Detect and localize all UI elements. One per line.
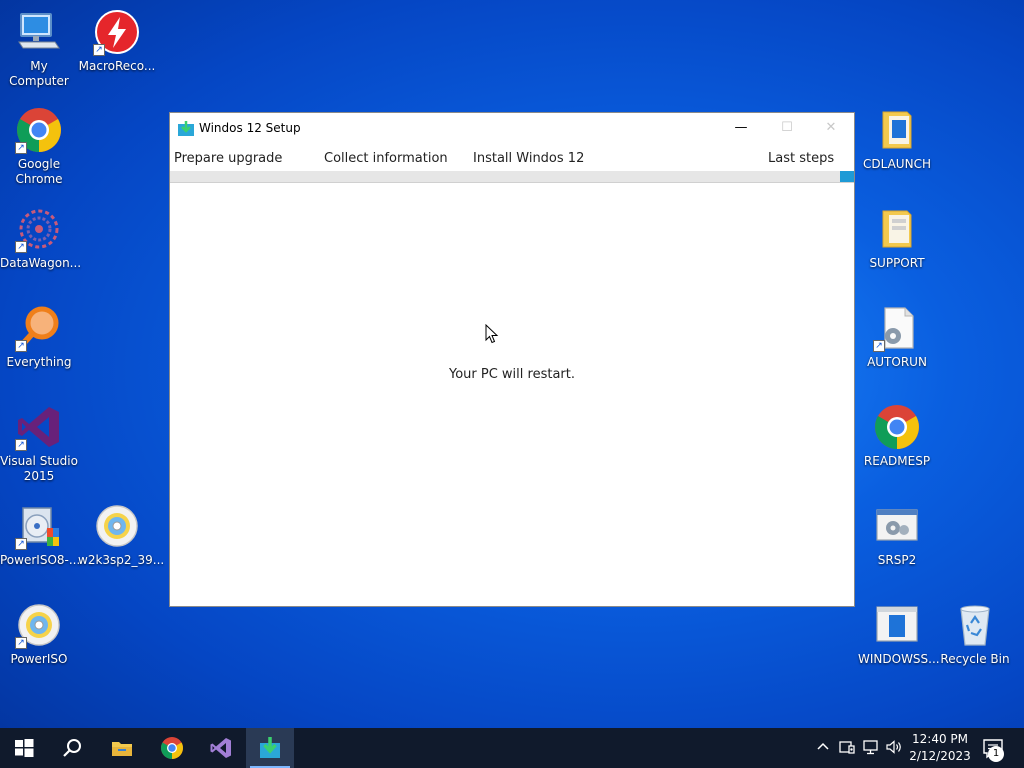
desktop-icon-label: DataWagon... (0, 256, 82, 270)
desktop-icon-label: Recycle Bin (940, 652, 1010, 666)
desktop-icon-datawagon[interactable]: ↗ DataWagon... (0, 205, 82, 271)
step-install: Install Windos 12 (473, 151, 585, 166)
taskbar-visual-studio[interactable] (197, 728, 245, 768)
progress-bar (170, 171, 854, 183)
desktop-icon-cdlaunch[interactable]: CDLAUNCH (858, 106, 936, 172)
shortcut-arrow-icon: ↗ (15, 439, 27, 451)
desktop-icon-srsp2[interactable]: SRSP2 (858, 502, 936, 568)
clock-time: 12:40 PM (912, 732, 968, 746)
taskbar: 12:40 PM 2/12/2023 1 (0, 728, 1024, 768)
visual-studio-icon (210, 738, 231, 758)
shortcut-arrow-icon: ↗ (93, 44, 105, 56)
desktop-icon-label: MacroReco... (78, 59, 156, 73)
notification-badge: 1 (988, 746, 1004, 762)
title-bar[interactable]: Windos 12 Setup — ☐ ✕ (170, 113, 854, 143)
desktop-icon-label: Visual Studio 2015 (0, 454, 78, 483)
chrome-icon (875, 405, 919, 449)
tray-network-icon[interactable] (862, 738, 880, 756)
desktop-icon-support[interactable]: SUPPORT (858, 205, 936, 271)
folder-icon (882, 210, 912, 248)
desktop-icon-poweriso-installer[interactable]: ↗ PowerISO8-... (0, 502, 81, 568)
shortcut-arrow-icon: ↗ (15, 340, 27, 352)
desktop-icon-recycle-bin[interactable]: Recycle Bin (936, 601, 1014, 667)
step-last-steps: Last steps (768, 151, 835, 166)
desktop-icon-label: AUTORUN (867, 355, 927, 369)
taskbar-setup[interactable] (246, 728, 294, 768)
setup-icon (260, 737, 280, 758)
desktop-icon-label: Everything (6, 355, 72, 369)
maximize-button: ☐ (781, 120, 793, 135)
restart-message: Your PC will restart. (448, 367, 575, 382)
file-explorer-icon (112, 742, 132, 756)
shortcut-arrow-icon: ↗ (15, 637, 27, 649)
tray-security-icon[interactable] (838, 738, 856, 756)
desktop-icon-readmesp[interactable]: READMESP (858, 403, 936, 469)
taskbar-clock[interactable]: 12:40 PM 2/12/2023 (905, 731, 975, 765)
taskbar-file-explorer[interactable] (98, 728, 146, 768)
desktop-icon-poweriso[interactable]: ↗ PowerISO (0, 601, 78, 667)
desktop-icon-label: READMESP (863, 454, 931, 468)
desktop-icon-macro-recorder[interactable]: ↗ MacroReco... (78, 8, 156, 74)
desktop-icon-label: PowerISO8-... (0, 553, 81, 567)
shortcut-arrow-icon: ↗ (15, 538, 27, 550)
progress-fill (840, 171, 854, 182)
desktop-icon-label: Google Chrome (15, 157, 63, 186)
clock-date: 2/12/2023 (909, 749, 971, 763)
desktop-icon-label: WINDOWSS... (858, 652, 940, 666)
setup-window[interactable]: Windos 12 Setup — ☐ ✕ Prepare upgrade Co… (169, 112, 855, 607)
desktop-icon-label: My Computer (9, 59, 69, 88)
shortcut-arrow-icon: ↗ (873, 340, 885, 352)
desktop-icon-windowss[interactable]: WINDOWSS... (858, 601, 940, 667)
shortcut-arrow-icon: ↗ (15, 241, 27, 253)
window-title: Windos 12 Setup (199, 121, 301, 135)
desktop-icon-visual-studio[interactable]: ↗ Visual Studio 2015 (0, 403, 78, 484)
tray-volume-icon[interactable] (885, 738, 903, 756)
tray-chevron-up-icon[interactable] (814, 738, 832, 756)
close-button: ✕ (825, 120, 837, 135)
desktop-icon-label: SRSP2 (877, 553, 917, 567)
folder-icon (882, 111, 912, 149)
taskbar-chrome[interactable] (148, 728, 196, 768)
chrome-icon (161, 737, 183, 759)
settings-window-icon (876, 509, 918, 541)
minimize-button[interactable]: — (718, 113, 764, 143)
desktop-icon-label: PowerISO (10, 652, 68, 666)
desktop-icon-label: w2k3sp2_39... (78, 553, 165, 567)
search-icon (63, 739, 81, 757)
desktop-icon-w2k3sp2[interactable]: w2k3sp2_39... (78, 502, 165, 568)
computer-icon (18, 13, 60, 49)
window-app-icon (876, 606, 918, 642)
start-button[interactable] (0, 728, 48, 768)
desktop-icon-autorun[interactable]: ↗ AUTORUN (858, 304, 936, 370)
desktop-icon-label: SUPPORT (869, 256, 925, 270)
disc-image-icon (96, 505, 138, 547)
desktop-icon-everything[interactable]: ↗ Everything (0, 304, 78, 370)
step-prepare-upgrade: Prepare upgrade (174, 151, 283, 166)
search-button[interactable] (48, 728, 96, 768)
start-icon (15, 739, 34, 757)
setup-icon (178, 121, 194, 136)
desktop-icon-label: CDLAUNCH (863, 157, 931, 171)
desktop-icon-my-computer[interactable]: My Computer (0, 8, 78, 89)
mouse-cursor-icon (485, 324, 499, 344)
setup-steps: Prepare upgrade Collect information Inst… (170, 151, 854, 169)
recycle-bin-icon (960, 605, 990, 646)
shortcut-arrow-icon: ↗ (15, 142, 27, 154)
desktop-icon-google-chrome[interactable]: ↗ Google Chrome (0, 106, 78, 187)
step-collect-information: Collect information (324, 151, 448, 166)
